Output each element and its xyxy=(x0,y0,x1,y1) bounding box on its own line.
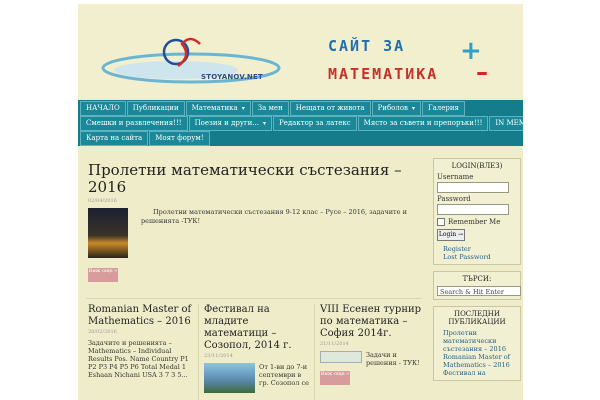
card-divider xyxy=(198,304,199,400)
nav-item-publications[interactable]: Публикации xyxy=(126,101,185,116)
featured-post-excerpt: Пролетни математически състезания 9-12 к… xyxy=(141,208,407,225)
nav-item-gallery[interactable]: Галерия xyxy=(421,101,465,116)
slogan-line-1: САЙТ ЗА xyxy=(328,37,406,55)
register-link[interactable]: Register xyxy=(443,245,517,253)
post-card-read-more-button[interactable]: Виж още » xyxy=(320,371,350,385)
nav-item-fishing[interactable]: Риболов xyxy=(371,101,421,116)
nav-item-latex-editor[interactable]: Редактор за латекс xyxy=(273,116,357,131)
nav-row-3: Карта на сайта Моят форум! xyxy=(80,131,211,146)
login-widget-title: LOGIN(ВЛЕЗ) xyxy=(451,162,503,170)
post-card: Romanian Master of Mathematics – 2016 28… xyxy=(88,304,196,379)
post-card-excerpt: Задачи и решения - ТУК! xyxy=(366,351,420,367)
recent-posts-widget: ПОСЛЕДНИ ПУБЛИКАЦИИ Пролетни математичес… xyxy=(433,306,521,381)
minus-sign-icon: – xyxy=(476,58,488,86)
nav-item-sitemap[interactable]: Карта на сайта xyxy=(80,131,149,146)
recent-post-link[interactable]: Пролетни математически състезания – 2016 xyxy=(443,329,517,353)
featured-post-date: 02/04/2016 xyxy=(88,198,117,204)
post-card-excerpt: От 1-ви до 7-и септември в гр. Созопол с… xyxy=(259,363,309,387)
post-card-date: 23/11/2014 xyxy=(204,353,233,359)
post-card-thumbnail[interactable] xyxy=(320,351,362,363)
post-card-title[interactable]: Фестивал на младите математици – Созопол… xyxy=(204,304,312,352)
content-divider xyxy=(86,298,421,299)
featured-post-thumbnail[interactable] xyxy=(88,208,128,258)
password-input[interactable] xyxy=(437,204,509,215)
post-card-excerpt: Задачите и решенията – Mathematics – Ind… xyxy=(88,339,189,379)
post-card-media-row: Задачи и решения - ТУК! xyxy=(320,351,428,367)
post-card-title[interactable]: VIII Есенен турнир по математика – София… xyxy=(320,304,428,340)
nav-item-advice[interactable]: Място за съвети и препоръки!!! xyxy=(357,116,489,131)
featured-read-more-button[interactable]: Виж още » xyxy=(88,268,118,282)
sidebar: LOGIN(ВЛЕЗ) Username Password Remember M… xyxy=(433,158,521,387)
nav-item-about[interactable]: За мен xyxy=(251,101,289,116)
main-content: Пролетни математически състезания – 2016… xyxy=(86,158,426,400)
nav-item-in-memoriam[interactable]: IN MEMORIAM xyxy=(489,116,523,131)
search-widget-title: ТЪРСИ: xyxy=(462,275,492,283)
login-widget: LOGIN(ВЛЕЗ) Username Password Remember M… xyxy=(433,158,521,265)
login-button[interactable]: Login → xyxy=(437,229,465,241)
search-widget: ТЪРСИ: Search & Hit Enter xyxy=(433,271,521,300)
nav-item-life[interactable]: Нещата от живота xyxy=(289,101,371,116)
featured-post-title[interactable]: Пролетни математически състезания – 2016 xyxy=(88,162,418,196)
slogan-line-2: МАТЕМАТИКА xyxy=(328,65,439,83)
password-label: Password xyxy=(437,195,471,203)
username-label: Username xyxy=(437,173,474,181)
post-card: VIII Есенен турнир по математика – София… xyxy=(320,304,428,385)
card-divider xyxy=(314,304,315,400)
remember-me-label: Remember Me xyxy=(448,218,501,226)
post-card: Фестивал на младите математици – Созопол… xyxy=(204,304,312,393)
post-card-thumbnail[interactable] xyxy=(204,363,256,393)
post-card-media-row: От 1-ви до 7-и септември в гр. Созопол с… xyxy=(204,363,312,393)
site-header: STOYANOV.NET САЙТ ЗА МАТЕМАТИКА + – xyxy=(78,4,523,98)
nav-item-jokes[interactable]: Смешки и развлечения!!! xyxy=(80,116,188,131)
post-card-date: 28/02/2016 xyxy=(88,329,117,335)
nav-row-1: НАЧАЛО Публикации Математика За мен Неща… xyxy=(80,101,466,116)
page-container: STOYANOV.NET САЙТ ЗА МАТЕМАТИКА + – НАЧА… xyxy=(78,4,523,400)
username-input[interactable] xyxy=(437,182,509,193)
nav-item-forum[interactable]: Моят форум! xyxy=(149,131,210,146)
nav-item-mathematics[interactable]: Математика xyxy=(185,101,251,116)
remember-row: Remember Me xyxy=(437,218,517,226)
remember-me-checkbox[interactable] xyxy=(437,218,445,226)
main-navigation: НАЧАЛО Публикации Математика За мен Неща… xyxy=(78,100,523,146)
nav-item-home[interactable]: НАЧАЛО xyxy=(80,101,126,116)
site-logo[interactable]: STOYANOV.NET xyxy=(96,22,286,92)
recent-post-link[interactable]: Фестивал на xyxy=(443,369,517,377)
logo-text: STOYANOV.NET xyxy=(201,73,263,81)
post-card-date: 21/11/2014 xyxy=(320,341,349,347)
search-input[interactable]: Search & Hit Enter xyxy=(437,286,521,296)
lost-password-link[interactable]: Lost Password xyxy=(443,253,517,261)
nav-item-poetry[interactable]: Поезия и други... xyxy=(188,116,272,131)
site-slogan: САЙТ ЗА МАТЕМАТИКА xyxy=(328,32,468,88)
logo-swoosh-icon xyxy=(101,37,281,84)
post-card-title[interactable]: Romanian Master of Mathematics – 2016 xyxy=(88,304,196,328)
recent-post-link[interactable]: Romanian Master of Mathematics – 2016 xyxy=(443,353,517,369)
nav-row-2: Смешки и развлечения!!! Поезия и други..… xyxy=(80,116,523,131)
recent-posts-title: ПОСЛЕДНИ ПУБЛИКАЦИИ xyxy=(448,310,506,326)
